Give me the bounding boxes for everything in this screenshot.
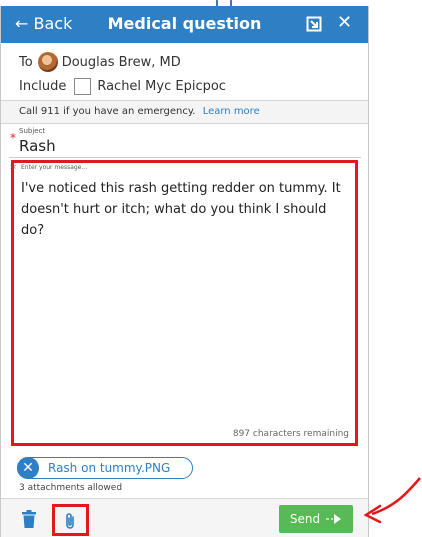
- include-row: Include Rachel Myc Epicpoc: [19, 78, 226, 95]
- attachment-chip[interactable]: ✕ Rash on tummy.PNG: [17, 457, 193, 479]
- message-text: I've noticed this rash getting redder on…: [21, 181, 341, 238]
- paperclip-icon[interactable]: [65, 512, 76, 530]
- message-label: Enter your message...: [21, 164, 88, 171]
- page-background: [370, 0, 422, 537]
- trash-icon[interactable]: [21, 510, 37, 528]
- include-checkbox[interactable]: [74, 78, 92, 95]
- annotation-arrow-icon: [363, 477, 421, 524]
- include-name: Rachel Myc Epicpoc: [97, 79, 226, 94]
- back-button[interactable]: ← Back: [15, 14, 72, 33]
- to-label: To: [19, 54, 33, 70]
- include-label: Include: [19, 79, 67, 94]
- to-row: To Douglas Brew, MD: [19, 52, 181, 72]
- subject-label: Subject: [19, 127, 46, 135]
- message-field[interactable]: Enter your message... I've noticed this …: [11, 160, 358, 446]
- message-compose-panel: ← Back Medical question ✕ To Douglas Bre…: [0, 6, 369, 537]
- send-arrow-icon: [326, 514, 342, 524]
- divider: [1, 123, 368, 124]
- popout-icon[interactable]: [306, 16, 322, 32]
- attach-highlight: [52, 504, 89, 536]
- learn-more-link[interactable]: Learn more: [203, 106, 260, 117]
- recipient-name: Douglas Brew, MD: [61, 54, 181, 70]
- characters-remaining: 897 characters remaining: [232, 429, 349, 439]
- required-icon: *: [10, 131, 16, 145]
- subject-field[interactable]: Rash: [19, 137, 56, 155]
- emergency-text: Call 911 if you have an emergency.: [19, 106, 196, 117]
- emergency-notice: Call 911 if you have an emergency. Learn…: [1, 101, 368, 123]
- footer-toolbar: Send: [1, 499, 368, 537]
- close-button[interactable]: ✕: [337, 12, 352, 33]
- send-label: Send: [289, 512, 321, 526]
- avatar: [37, 52, 58, 72]
- subject-underline: [9, 157, 361, 158]
- send-button[interactable]: Send: [279, 505, 353, 533]
- attachment-file-name[interactable]: Rash on tummy.PNG: [48, 461, 170, 475]
- required-icon: *: [10, 162, 16, 176]
- attachments-allowed-text: 3 attachments allowed: [19, 483, 123, 493]
- remove-attachment-button[interactable]: ✕: [17, 457, 39, 479]
- header-bar: ← Back Medical question ✕: [1, 6, 368, 43]
